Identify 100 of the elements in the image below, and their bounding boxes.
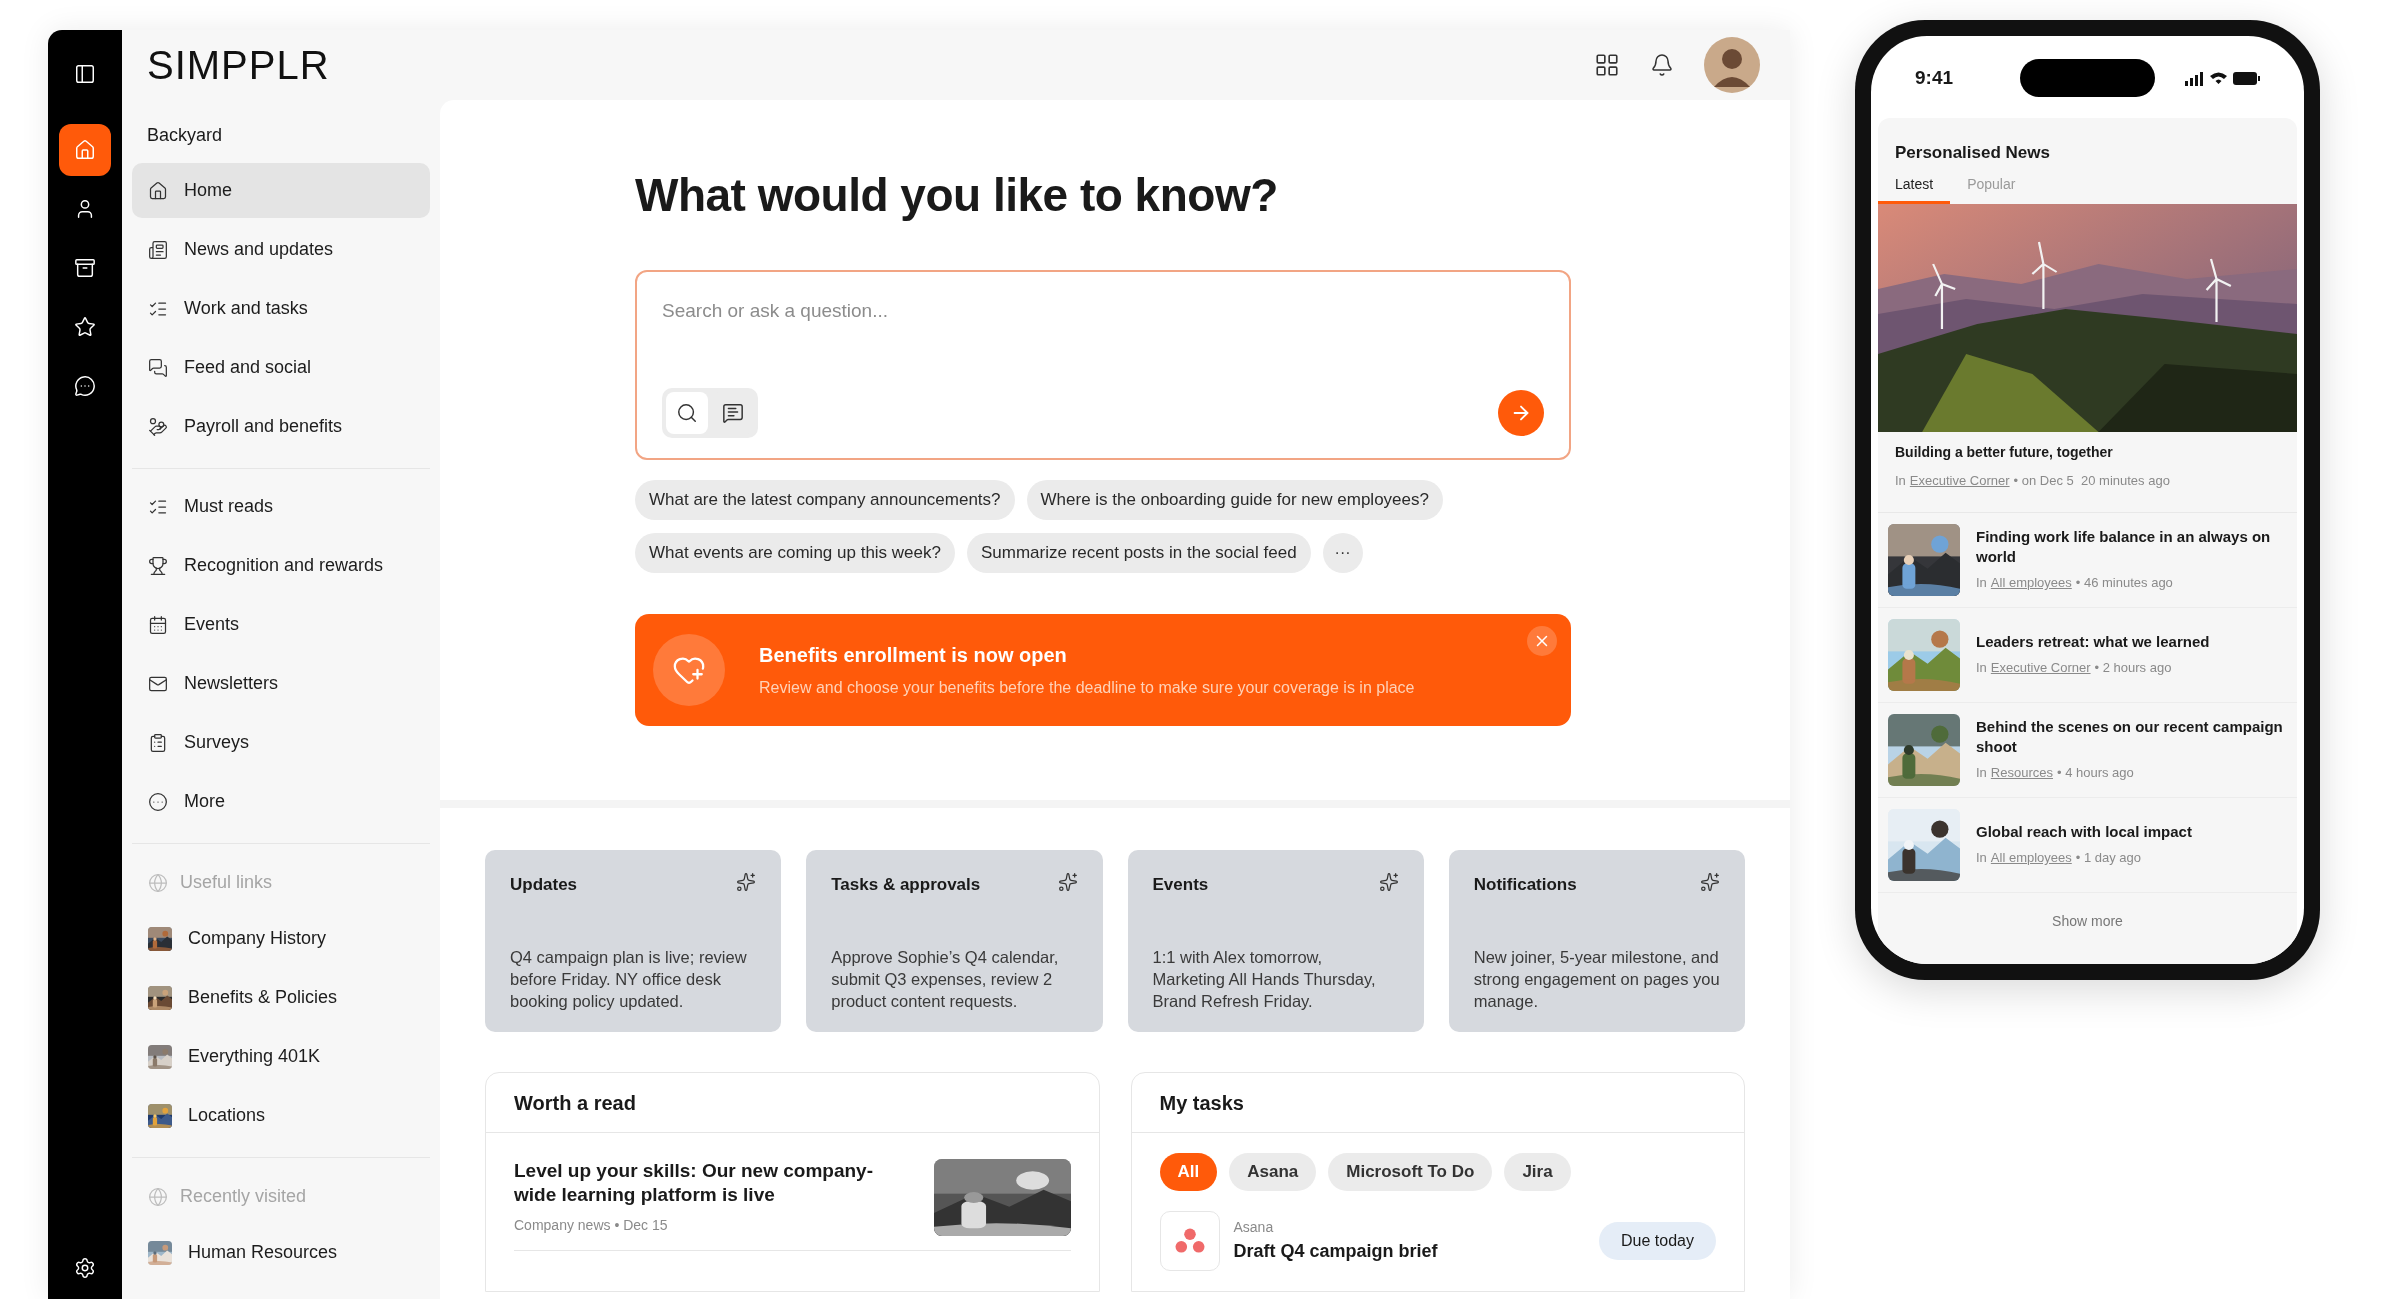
sidebar-item[interactable]: Human Resources bbox=[132, 1225, 430, 1280]
globe-icon bbox=[148, 1186, 168, 1207]
card-text: Q4 campaign plan is live; review before Friday. NY office desk booking policy updated. bbox=[510, 947, 748, 1012]
sidebar-item[interactable]: Work and tasks bbox=[132, 281, 430, 336]
card-text: Approve Sophie’s Q4 calendar, submit Q3 expenses, review 2 product content requests. bbox=[831, 947, 1060, 1012]
sparkles-icon bbox=[736, 872, 757, 892]
suggestion-chip[interactable]: What are the latest company announcements? bbox=[635, 480, 1015, 520]
search-box[interactable]: Search or ask a question... bbox=[635, 270, 1571, 460]
article-meta: Company news • Dec 15 bbox=[514, 1216, 669, 1235]
meta-text: In bbox=[1976, 574, 1987, 593]
suggestion-chip[interactable]: What events are coming up this week? bbox=[635, 533, 955, 573]
avatar[interactable] bbox=[1704, 37, 1760, 93]
featured-title[interactable]: Building a better future, together bbox=[1895, 441, 2280, 463]
sidebar-item[interactable]: Everything 401K bbox=[132, 1029, 430, 1084]
banner-title: Benefits enrollment is now open bbox=[759, 643, 1068, 668]
hand-coins-icon bbox=[148, 416, 168, 437]
meta-text: • on Dec 5 20 minutes ago bbox=[2013, 471, 2170, 490]
logo: SIMPPLR bbox=[147, 45, 330, 85]
meta-text: In bbox=[1976, 849, 1987, 868]
apps-grid-icon[interactable] bbox=[1594, 52, 1620, 78]
banner-text: Review and choose your benefits before the deadline to make sure your coverage is in place bbox=[759, 678, 1415, 698]
sparkles-icon bbox=[1378, 872, 1399, 892]
calendar-icon bbox=[148, 614, 168, 635]
rail-button[interactable] bbox=[59, 124, 111, 176]
filter-chip[interactable]: Microsoft To Do bbox=[1328, 1153, 1493, 1191]
filter-chip[interactable]: Asana bbox=[1229, 1153, 1317, 1191]
notifications-icon[interactable] bbox=[1650, 53, 1674, 77]
sidebar-item[interactable]: Benefits & Policies bbox=[132, 970, 430, 1025]
more-icon bbox=[148, 791, 168, 812]
home-icon bbox=[74, 139, 96, 161]
sidebar-item[interactable]: Feed and social bbox=[132, 340, 430, 395]
settings-icon[interactable] bbox=[74, 1257, 96, 1279]
card-text: New joiner, 5-year milestone, and strong engagement on pages you manage. bbox=[1473, 947, 1720, 1012]
news-item-title[interactable]: Leaders retreat: what we learned bbox=[1976, 632, 2210, 653]
summary-card[interactable]: Notifications New joiner, 5-year milestone, and strong engagement on pages you manage. bbox=[1448, 850, 1745, 1032]
chat-bubbles-icon bbox=[148, 357, 168, 378]
panel-title: My tasks bbox=[1159, 1090, 1244, 1116]
sidebar-toggle-icon bbox=[74, 63, 96, 85]
sidebar-item[interactable]: Company History bbox=[132, 911, 430, 966]
workspace-name: Backyard bbox=[146, 124, 224, 147]
suggestion-chip[interactable]: Summarize recent posts in the social feed bbox=[967, 533, 1311, 573]
card-text: 1:1 with Alex tomorrow, Marketing All Hands Thursday, Brand Refresh Friday. bbox=[1152, 947, 1377, 1012]
submit-button[interactable] bbox=[1498, 390, 1544, 436]
show-more-link[interactable]: Show more bbox=[2052, 911, 2123, 932]
sidebar-item[interactable]: Payroll and benefits bbox=[132, 399, 430, 454]
meta-text: • 4 hours ago bbox=[2057, 764, 2134, 783]
close-button[interactable] bbox=[1527, 626, 1557, 656]
search-mode-button[interactable] bbox=[666, 392, 708, 434]
news-item-title[interactable]: Finding work life balance in an always on world bbox=[1976, 527, 2287, 568]
sidebar-item[interactable]: Locations bbox=[132, 1088, 430, 1143]
asana-logo-icon bbox=[1159, 1211, 1220, 1271]
sparkles-icon bbox=[1057, 872, 1078, 892]
summary-card[interactable]: Events 1:1 with Alex tomorrow, Marketing All Hands Thursday, Brand Refresh Friday. bbox=[1127, 850, 1424, 1032]
card-title: Tasks & approvals bbox=[831, 874, 981, 896]
article-title[interactable]: Level up your skills: Our new company-wide learning platform is live bbox=[514, 1159, 914, 1207]
suggestion-chip[interactable]: Where is the onboarding guide for new employees? bbox=[1026, 480, 1443, 520]
due-badge: Due today bbox=[1599, 1222, 1716, 1260]
sidebar-item[interactable]: Newsletters bbox=[132, 656, 430, 711]
meta-text: • 1 day ago bbox=[2075, 849, 2142, 868]
tray-icon bbox=[74, 257, 96, 279]
section-heading: Useful links bbox=[180, 871, 273, 894]
sidebar-item[interactable]: Home bbox=[132, 163, 430, 218]
sidebar-item[interactable]: Events bbox=[132, 597, 430, 652]
section-heading: Recently visited bbox=[180, 1185, 307, 1208]
signal-icon bbox=[2184, 70, 2204, 86]
meta-text: • 2 hours ago bbox=[2094, 659, 2172, 678]
trophy-icon bbox=[148, 555, 168, 576]
panel-title: Worth a read bbox=[514, 1090, 636, 1116]
search-icon bbox=[676, 402, 698, 424]
star-icon bbox=[74, 316, 96, 338]
sparkles-icon bbox=[1700, 872, 1720, 892]
search-input[interactable]: Search or ask a question... bbox=[662, 297, 1544, 326]
news-item-title[interactable]: Global reach with local impact bbox=[1976, 822, 2192, 843]
meta-text: • 46 minutes ago bbox=[2075, 574, 2173, 593]
ai-chat-icon bbox=[722, 402, 744, 424]
battery-icon bbox=[2233, 71, 2260, 85]
clipboard-icon bbox=[148, 732, 168, 753]
news-item-title[interactable]: Behind the scenes on our recent campaign shoot bbox=[1976, 717, 2287, 758]
sidebar-item[interactable]: More bbox=[132, 774, 430, 829]
home-icon bbox=[148, 180, 168, 201]
meta-text: In bbox=[1976, 659, 1987, 678]
newspaper-icon bbox=[148, 239, 168, 260]
summary-card[interactable]: Tasks & approvals Approve Sophie’s Q4 calendar, submit Q3 expenses, review 2 product content requests. bbox=[806, 850, 1103, 1032]
task-source: Asana bbox=[1233, 1218, 1275, 1237]
sidebar-item[interactable]: News and updates bbox=[132, 222, 430, 277]
filter-chip[interactable]: Jira bbox=[1504, 1153, 1571, 1191]
meta-text: In bbox=[1895, 471, 1906, 490]
sidebar-item[interactable]: Recognition and rewards bbox=[132, 538, 430, 593]
globe-icon bbox=[148, 872, 168, 893]
card-title: Notifications bbox=[1473, 874, 1577, 896]
news-title: Personalised News bbox=[1894, 142, 2051, 164]
sidebar-item[interactable]: Must reads bbox=[132, 479, 430, 534]
wifi-icon bbox=[2210, 71, 2227, 85]
chat-bubble-icon bbox=[74, 375, 96, 397]
card-title: Events bbox=[1152, 874, 1209, 896]
sidebar-item[interactable]: Surveys bbox=[132, 715, 430, 770]
summary-card[interactable]: Updates Q4 campaign plan is live; review before Friday. NY office desk booking policy updated. bbox=[485, 850, 782, 1032]
more-suggestions-button[interactable]: ··· bbox=[1322, 533, 1363, 573]
task-title[interactable]: Draft Q4 campaign brief bbox=[1233, 1238, 1586, 1265]
meta-text: In bbox=[1976, 764, 1987, 783]
